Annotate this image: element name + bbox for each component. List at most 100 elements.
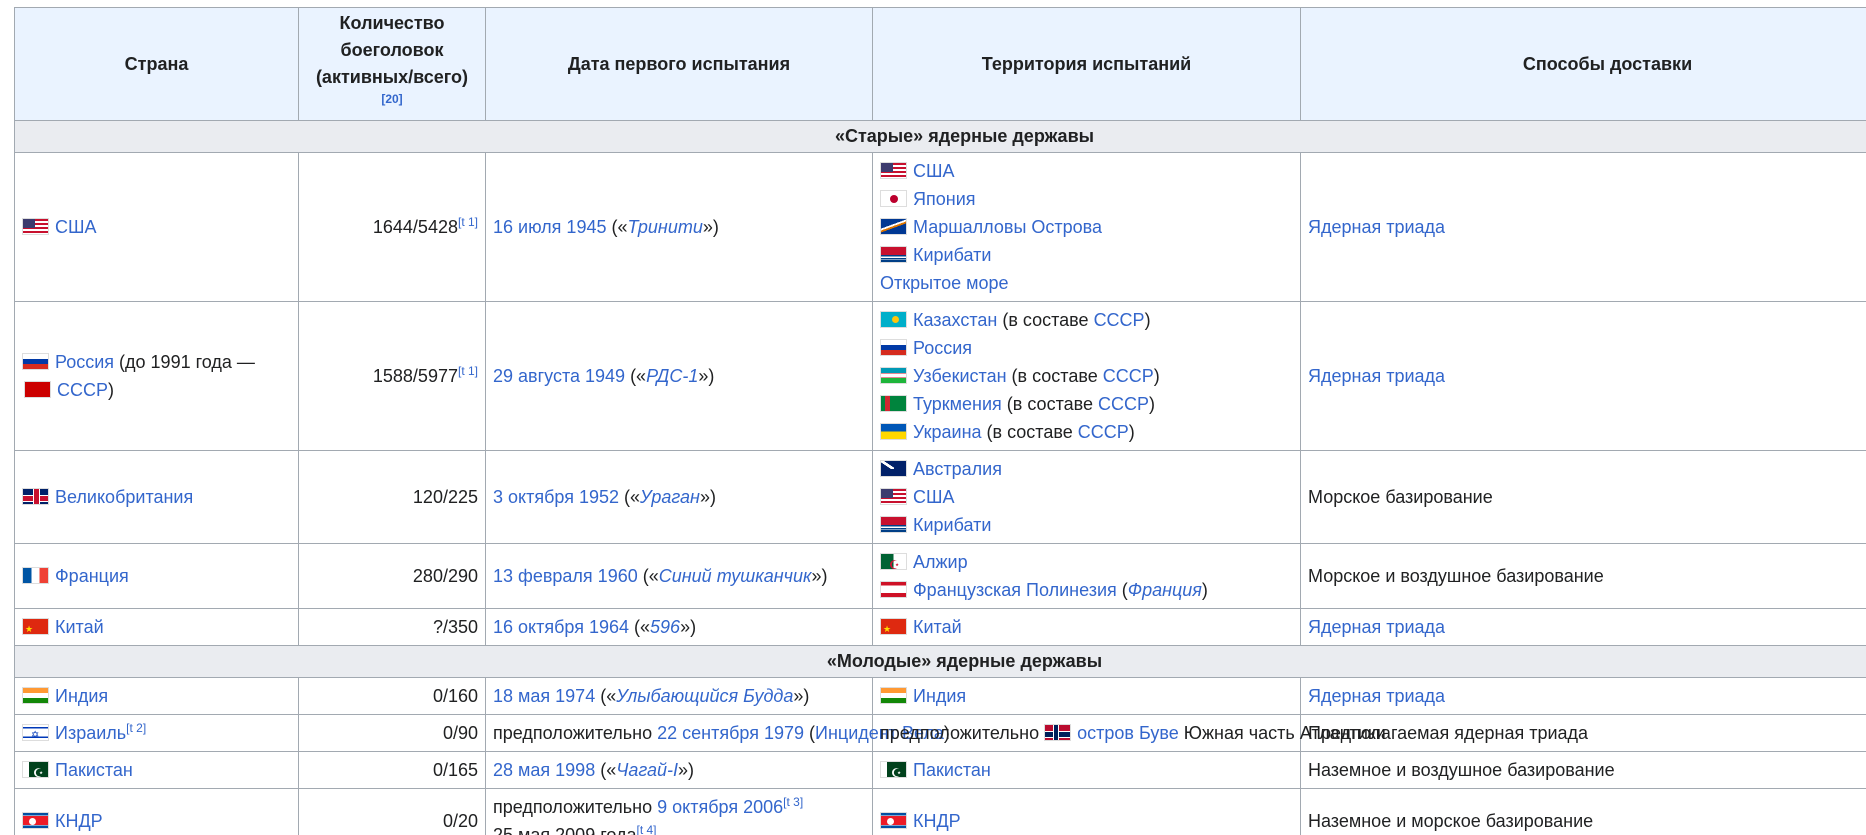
territory-link[interactable]: Пакистан (913, 760, 991, 780)
territory-link[interactable]: Узбекистан (913, 366, 1007, 386)
ussr-link[interactable]: СССР (1098, 394, 1149, 414)
china-flag-icon (880, 618, 907, 635)
date-link[interactable]: 29 августа 1949 (493, 366, 625, 386)
ussr-link[interactable]: СССР (1078, 422, 1129, 442)
header-country[interactable]: Страна (14, 7, 299, 121)
territory-cell: Австралия США Кирибати (872, 450, 1301, 544)
kiribati-flag-icon (880, 246, 907, 263)
ref-t1[interactable]: [t 1] (458, 364, 478, 378)
uk-flag-icon (22, 488, 49, 505)
territory-link[interactable]: Кирибати (913, 245, 991, 265)
territory-link[interactable]: Россия (913, 338, 972, 358)
territory-link[interactable]: Индия (913, 686, 966, 706)
india-flag-icon (22, 687, 49, 704)
delivery-link[interactable]: Ядерная триада (1308, 366, 1445, 386)
country-link-india[interactable]: Индия (55, 686, 108, 706)
ussr-link[interactable]: СССР (1103, 366, 1154, 386)
australia-flag-icon (880, 460, 907, 477)
territory-link[interactable]: остров Буве (1077, 723, 1179, 743)
ussr-link[interactable]: СССР (1094, 310, 1145, 330)
page: Страна Количество боеголовок (активных/вс… (0, 0, 1866, 835)
date-link[interactable]: 18 мая 1974 (493, 686, 595, 706)
territory-link[interactable]: Туркмения (913, 394, 1002, 414)
country-link-china[interactable]: Китай (55, 617, 104, 637)
date-cell: 13 февраля 1960 («Синий тушканчик») (485, 543, 873, 609)
date-link[interactable]: 16 октября 1964 (493, 617, 629, 637)
territory-link[interactable]: Казахстан (913, 310, 997, 330)
us-flag-icon (880, 162, 907, 179)
territory-link[interactable]: Открытое море (880, 273, 1009, 293)
date-cell: 18 мая 1974 («Улыбающийся Будда») (485, 677, 873, 715)
russia-flag-icon (880, 339, 907, 356)
turkmenistan-flag-icon (880, 395, 907, 412)
test-name-link[interactable]: Чагай-I (616, 760, 678, 780)
israel-flag-icon (22, 724, 49, 741)
test-name-link[interactable]: Тринити (628, 217, 703, 237)
header-first-test[interactable]: Дата первого испытания (485, 7, 873, 121)
country-cell: КНДР (14, 788, 299, 835)
country-link-ussr[interactable]: СССР (57, 380, 108, 400)
test-name-link[interactable]: Синий тушканчик (659, 566, 812, 586)
dprk-flag-icon (880, 812, 907, 829)
date-link[interactable]: 3 октября 1952 (493, 487, 619, 507)
date-cell: 29 августа 1949 («РДС-1») (485, 301, 873, 451)
country-link-france[interactable]: Франция (55, 566, 129, 586)
territory-cell: Пакистан (872, 751, 1301, 789)
marshall-islands-flag-icon (880, 218, 907, 235)
ref-t3[interactable]: [t 3] (783, 795, 803, 809)
ukraine-flag-icon (880, 423, 907, 440)
territory-link[interactable]: Австралия (913, 459, 1002, 479)
header-warheads[interactable]: Количество боеголовок (активных/всего)[20… (298, 7, 486, 121)
warheads-cell: ?/350 (298, 608, 486, 646)
territory-link[interactable]: США (913, 487, 955, 507)
territory-link[interactable]: Украина (913, 422, 982, 442)
territory-link[interactable]: Маршалловы Острова (913, 217, 1102, 237)
territory-link[interactable]: Кирибати (913, 515, 991, 535)
table-row-china: Китай ?/350 16 октября 1964 («596») Кита… (14, 608, 1866, 646)
warheads-cell: 280/290 (298, 543, 486, 609)
territory-cell: Индия (872, 677, 1301, 715)
ref-20[interactable]: [20] (381, 92, 402, 106)
ref-t4[interactable]: [t 4] (637, 823, 657, 835)
territory-link[interactable]: Алжир (913, 552, 968, 572)
test-name-link[interactable]: РДС-1 (646, 366, 698, 386)
date-link[interactable]: 16 июля 1945 (493, 217, 606, 237)
us-flag-icon (22, 218, 49, 235)
territory-link[interactable]: США (913, 161, 955, 181)
date-cell: 16 июля 1945 («Тринити») (485, 152, 873, 302)
warheads-cell: 0/160 (298, 677, 486, 715)
ref-t2[interactable]: [t 2] (126, 721, 146, 735)
country-link-uk[interactable]: Великобритания (55, 487, 193, 507)
territory-link[interactable]: Китай (913, 617, 962, 637)
country-link-usa[interactable]: США (55, 217, 97, 237)
pakistan-flag-icon (22, 761, 49, 778)
france-link[interactable]: Франция (1128, 580, 1202, 600)
territory-cell: Алжир Французская Полинезия (Франция) (872, 543, 1301, 609)
country-cell: Израиль[t 2] (14, 714, 299, 752)
header-delivery[interactable]: Способы доставки (1300, 7, 1866, 121)
delivery-link[interactable]: Ядерная триада (1308, 617, 1445, 637)
territory-cell: США Япония Маршалловы Острова Кирибати О… (872, 152, 1301, 302)
test-name-link[interactable]: Ураган (640, 487, 700, 507)
country-link-pakistan[interactable]: Пакистан (55, 760, 133, 780)
us-flag-icon (880, 488, 907, 505)
test-name-link[interactable]: Улыбающийся Будда (616, 686, 793, 706)
kiribati-flag-icon (880, 516, 907, 533)
norway-flag-icon (1044, 724, 1072, 741)
date-link[interactable]: 9 октября 2006 (657, 797, 783, 817)
date-link[interactable]: 13 февраля 1960 (493, 566, 638, 586)
date-link[interactable]: 28 мая 1998 (493, 760, 595, 780)
header-territory[interactable]: Территория испытаний (872, 7, 1301, 121)
territory-link[interactable]: КНДР (913, 811, 961, 831)
territory-link[interactable]: Французская Полинезия (913, 580, 1117, 600)
country-link-dprk[interactable]: КНДР (55, 811, 103, 831)
delivery-link[interactable]: Ядерная триада (1308, 686, 1445, 706)
country-link-israel[interactable]: Израиль (55, 723, 126, 743)
ref-t1[interactable]: [t 1] (458, 215, 478, 229)
test-name-link[interactable]: 596 (650, 617, 680, 637)
territory-link[interactable]: Япония (913, 189, 976, 209)
date-link[interactable]: 22 сентября 1979 (657, 723, 804, 743)
country-link-russia[interactable]: Россия (55, 352, 114, 372)
delivery-link[interactable]: Ядерная триада (1308, 217, 1445, 237)
warheads-cell: 1588/5977[t 1] (298, 301, 486, 451)
